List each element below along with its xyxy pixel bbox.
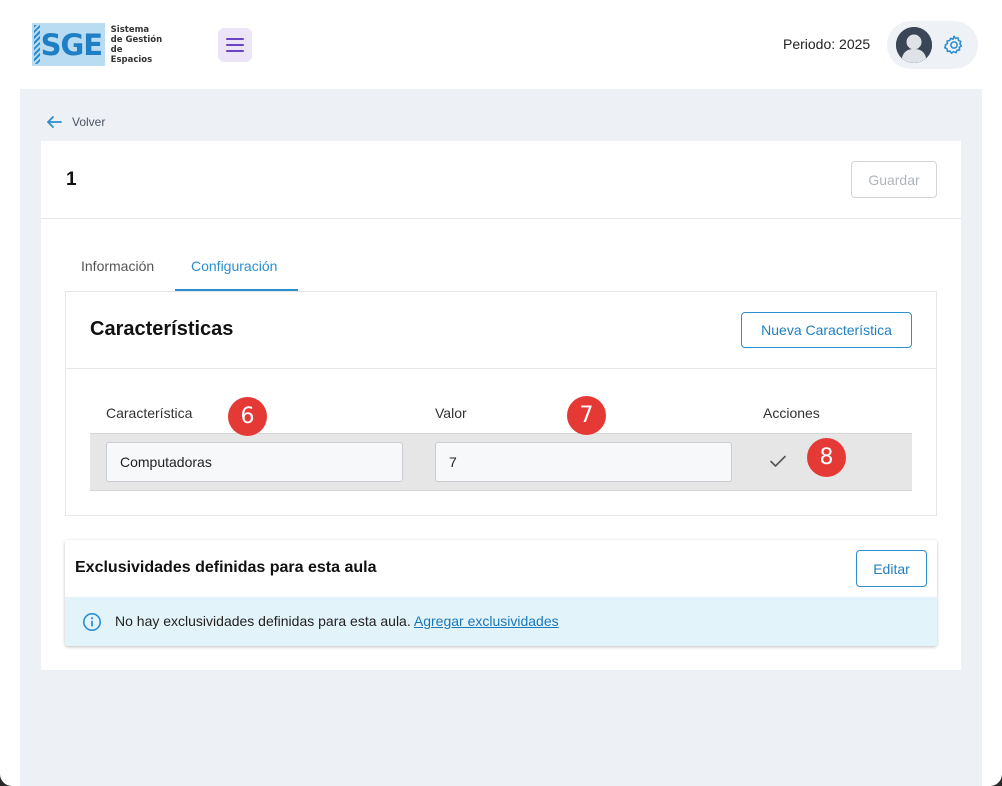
logo-acronym: SGE	[40, 27, 103, 62]
logo-text-line-1: Sistema	[110, 24, 150, 35]
logo-text-line-2: de Gestión	[110, 34, 163, 45]
info-message: No hay exclusividades definidas para est…	[115, 613, 559, 629]
top-header: SGE Sistema de Gestión de Espacios Perio…	[0, 0, 1002, 89]
annotation-badge-6: 6	[228, 397, 267, 436]
column-header-valor: Valor	[435, 405, 467, 421]
tab-informacion[interactable]: Información	[81, 258, 154, 274]
user-avatar[interactable]	[896, 27, 932, 63]
column-header-caracteristica: Característica	[106, 405, 193, 421]
tab-configuracion[interactable]: Configuración	[191, 258, 277, 274]
gear-icon[interactable]	[943, 34, 965, 56]
arrow-left-icon	[47, 116, 62, 128]
record-title: 1	[66, 169, 77, 190]
caracteristicas-title: Características	[90, 318, 234, 340]
app-page: SGE Sistema de Gestión de Espacios Perio…	[0, 0, 1002, 786]
info-icon	[83, 613, 101, 631]
hamburger-icon	[226, 38, 244, 52]
exclusividades-title: Exclusividades definidas para esta aula	[75, 559, 377, 576]
caracteristica-field[interactable]: Computadoras	[106, 442, 403, 482]
add-exclusividades-link[interactable]: Agregar exclusividades	[414, 613, 559, 629]
valor-field[interactable]: 7	[435, 442, 732, 482]
empty-message: No hay exclusividades definidas para est…	[115, 613, 411, 629]
annotation-badge-7: 7	[567, 396, 606, 435]
back-label: Volver	[72, 115, 106, 129]
sge-logo[interactable]: SGE Sistema de Gestión de Espacios	[32, 23, 166, 66]
logo-text-line-3: de Espacios	[110, 44, 153, 65]
card-divider	[41, 218, 961, 219]
user-silhouette-icon	[896, 27, 932, 63]
panel-divider	[66, 368, 936, 369]
periodo-label: Periodo: 2025	[783, 36, 871, 52]
annotation-badge-8: 8	[807, 438, 846, 477]
logo-stripes	[34, 25, 40, 64]
save-button[interactable]: Guardar	[851, 161, 937, 198]
menu-toggle-button[interactable]	[218, 28, 252, 62]
logo-mark: SGE	[32, 23, 105, 66]
column-header-acciones: Acciones	[763, 405, 820, 421]
new-caracteristica-button[interactable]: Nueva Característica	[741, 312, 912, 348]
user-menu	[887, 21, 978, 69]
edit-exclusividades-button[interactable]: Editar	[856, 550, 927, 587]
logo-text: Sistema de Gestión de Espacios	[111, 25, 166, 65]
confirm-check-icon[interactable]	[769, 454, 787, 468]
back-link[interactable]: Volver	[46, 115, 105, 129]
